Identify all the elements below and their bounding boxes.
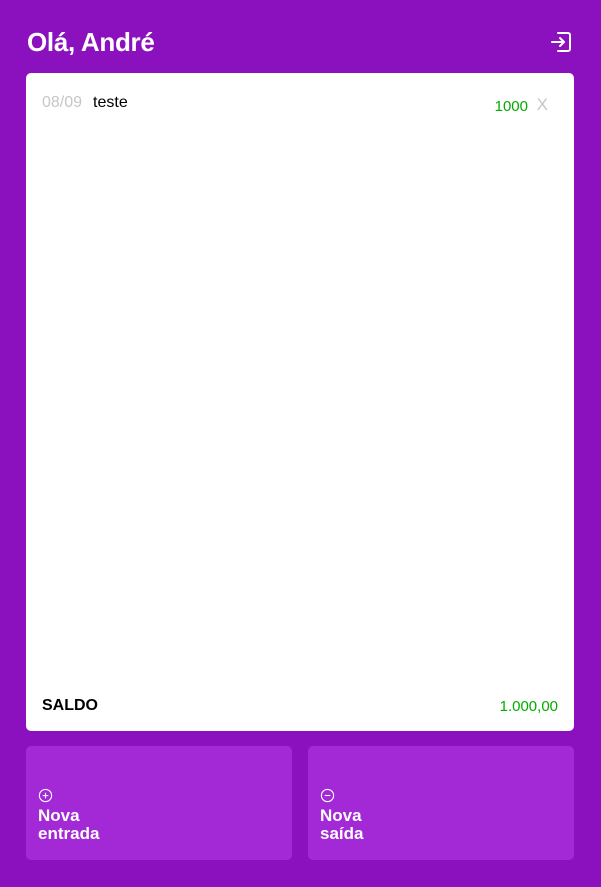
balance-label: SALDO [42,697,98,714]
plus-circle-icon [38,788,53,803]
new-entry-label: Nova entrada [38,807,158,843]
new-exit-label-line2: saída [320,824,364,843]
records-panel: 08/09 teste 1000 X SALDO 1.000,00 [26,73,574,731]
record-description: teste [93,94,128,111]
logout-icon [551,32,571,52]
new-entry-label-line1: Nova [38,806,80,825]
new-entry-label-line2: entrada [38,824,100,843]
new-exit-label: Nova saída [320,807,440,843]
greeting: Olá, André [27,26,155,57]
header: Olá, André [27,22,574,62]
new-exit-label-line1: Nova [320,806,362,825]
new-entry-button[interactable]: Nova entrada [26,746,292,860]
record-date: 08/09 [42,94,83,111]
logout-button[interactable] [548,29,574,55]
delete-record-button[interactable]: X [537,95,548,115]
new-exit-button[interactable]: Nova saída [308,746,574,860]
record-value: 1000 [494,98,528,115]
balance-value: 1.000,00 [499,698,558,715]
record-row: 08/09 teste 1000 X [42,91,558,115]
minus-circle-icon [320,788,335,803]
